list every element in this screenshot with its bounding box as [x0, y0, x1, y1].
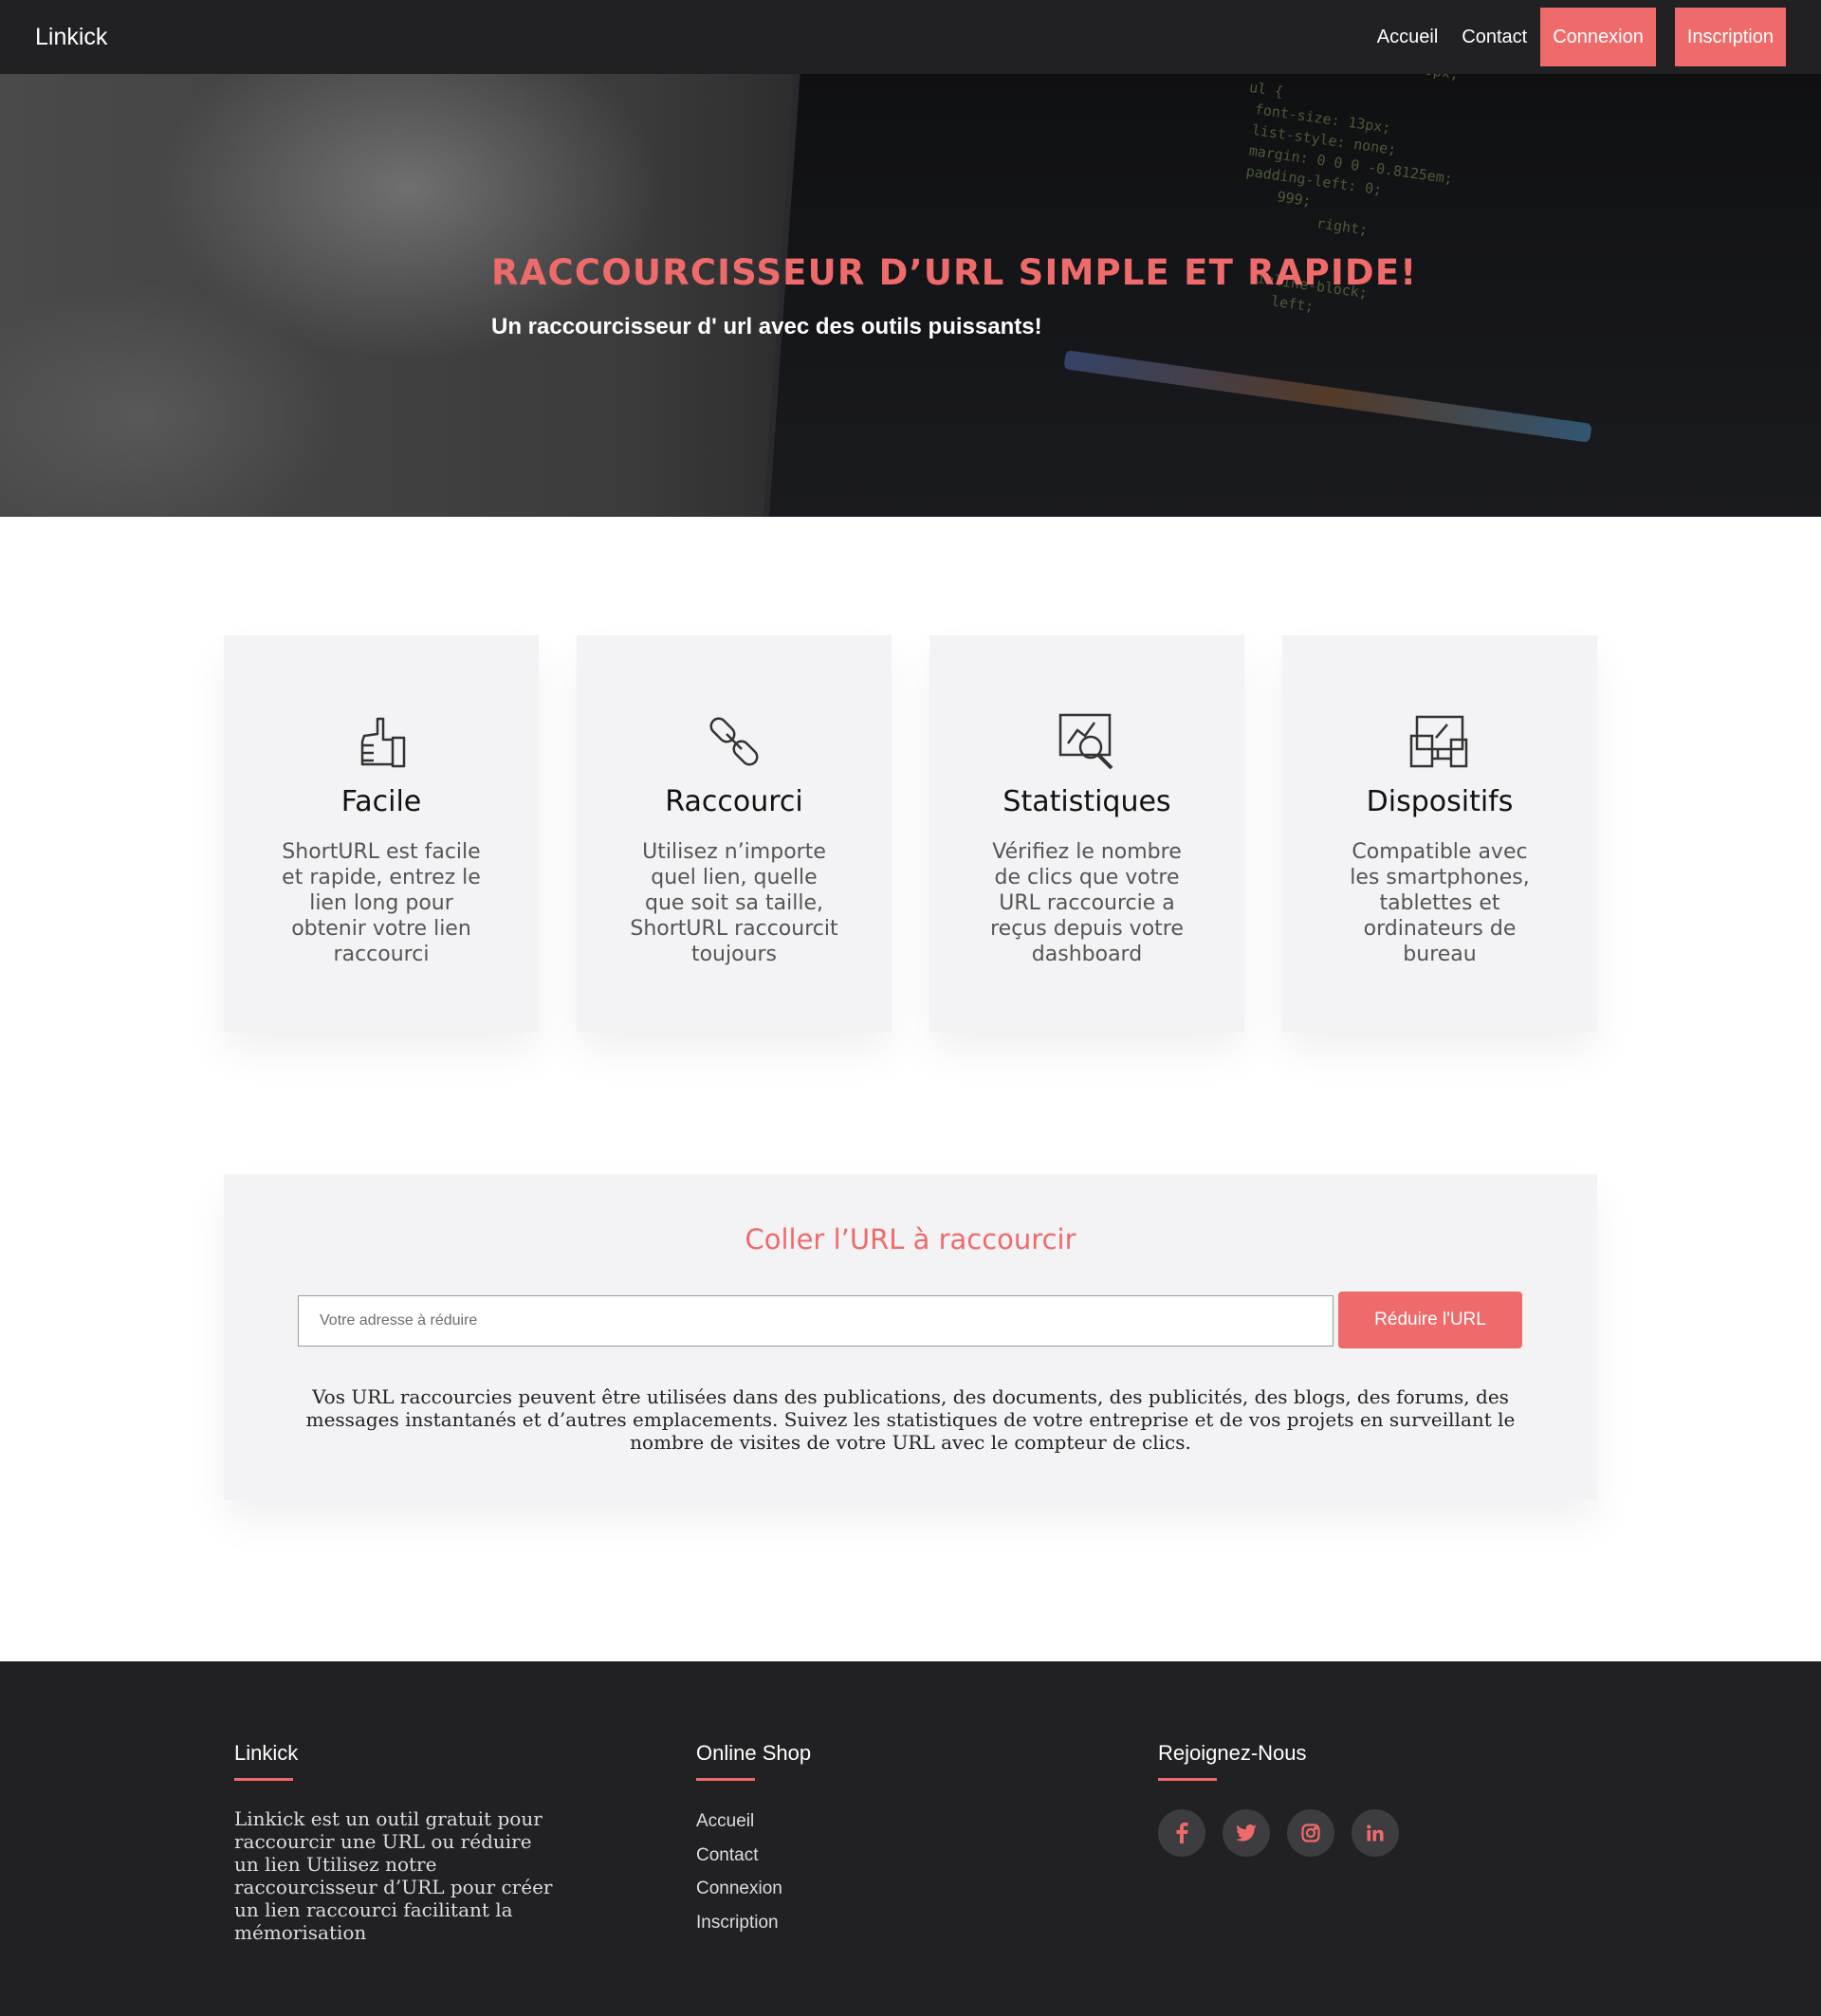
feature-title: Facile [340, 785, 422, 818]
footer-social-title: Rejoignez-Nous [1158, 1741, 1307, 1765]
footer-title-underline [1158, 1778, 1217, 1781]
footer-about-text: Linkick est un outil gratuit pour raccou… [234, 1807, 553, 1944]
footer-shop-column: Online Shop Accueil Contact Connexion In… [696, 1741, 811, 1939]
features-section: Facile ShortURL est facile et rapide, en… [224, 635, 1597, 1032]
footer-title-underline [234, 1778, 293, 1781]
nav-link-contact[interactable]: Contact [1462, 27, 1527, 48]
footer-about-column: Linkick Linkick est un outil gratuit pou… [234, 1741, 561, 1944]
hero-content: RACCOURCISSEUR D’URL SIMPLE ET RAPIDE! U… [491, 252, 1417, 340]
feature-card-facile: Facile ShortURL est facile et rapide, en… [224, 635, 539, 1032]
feature-title: Dispositifs [1366, 785, 1514, 818]
footer-title-underline [696, 1778, 755, 1781]
feature-description: Utilisez n’importe quel lien, quelle que… [630, 840, 838, 966]
instagram-icon[interactable] [1287, 1809, 1334, 1857]
footer-link-accueil[interactable]: Accueil [696, 1805, 811, 1839]
link-icon [709, 717, 759, 766]
nav-link-accueil[interactable]: Accueil [1377, 27, 1438, 48]
devices-icon [1409, 715, 1468, 768]
url-shortener-section: Coller l’URL à raccourcir Réduire l'URL … [224, 1174, 1597, 1500]
social-links [1158, 1809, 1416, 1857]
feature-card-raccourci: Raccourci Utilisez n’importe quel lien, … [577, 635, 892, 1032]
footer-link-connexion[interactable]: Connexion [696, 1872, 811, 1906]
facebook-icon[interactable] [1158, 1809, 1205, 1857]
thumbs-up-icon [360, 717, 406, 768]
feature-description: ShortURL est facile et rapide, entrez le… [282, 840, 481, 966]
footer-shop-title: Online Shop [696, 1741, 812, 1765]
shorten-url-button[interactable]: Réduire l'URL [1338, 1292, 1522, 1348]
hero-subtitle: Un raccourcisseur d' url avec des outils… [491, 314, 1042, 339]
footer-link-contact[interactable]: Contact [696, 1839, 811, 1873]
feature-title: Statistiques [1002, 785, 1171, 818]
signup-button[interactable]: Inscription [1674, 8, 1786, 66]
shortener-description: Vos URL raccourcies peuvent être utilisé… [305, 1385, 1516, 1454]
footer-links: Accueil Contact Connexion Inscription [696, 1805, 811, 1939]
brand-logo[interactable]: Linkick [35, 24, 107, 51]
feature-card-dispositifs: Dispositifs Compatible avec les smartpho… [1282, 635, 1597, 1032]
feature-title: Raccourci [665, 785, 803, 818]
hero-banner: max-width: 800px; 0px 0px; ul { font-siz… [0, 74, 1821, 517]
navbar: Linkick Accueil Contact Connexion Inscri… [0, 0, 1821, 74]
url-input[interactable] [298, 1295, 1334, 1347]
hero-title: RACCOURCISSEUR D’URL SIMPLE ET RAPIDE! [491, 252, 1418, 293]
stats-icon [1058, 713, 1113, 770]
footer-link-inscription[interactable]: Inscription [696, 1906, 811, 1940]
shortener-title: Coller l’URL à raccourcir [745, 1223, 1076, 1255]
linkedin-icon[interactable] [1352, 1809, 1399, 1857]
nav-menu: Accueil Contact Connexion Inscription [1353, 0, 1786, 74]
feature-description: Vérifiez le nombre de clics que votre UR… [990, 840, 1184, 966]
footer: Linkick Linkick est un outil gratuit pou… [0, 1661, 1821, 2016]
feature-card-statistiques: Statistiques Vérifiez le nombre de clics… [929, 635, 1244, 1032]
feature-description: Compatible avec les smartphones, tablett… [1350, 840, 1530, 966]
footer-social-column: Rejoignez-Nous [1158, 1741, 1416, 1857]
twitter-icon[interactable] [1223, 1809, 1270, 1857]
footer-about-title: Linkick [234, 1741, 299, 1765]
login-button[interactable]: Connexion [1540, 8, 1656, 66]
